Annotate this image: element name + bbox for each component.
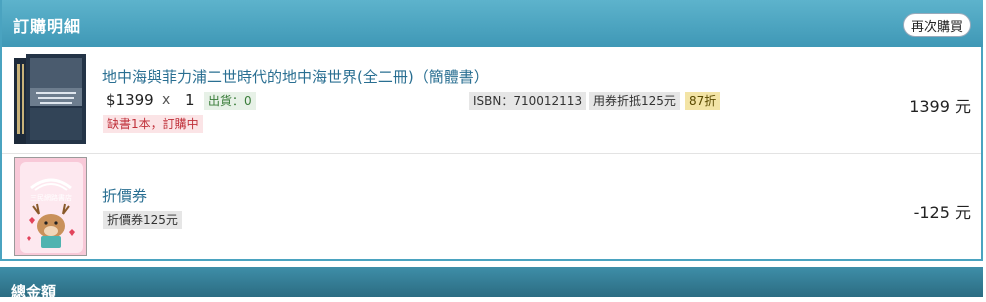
discount-badge: 87折 (685, 92, 721, 110)
item-amount: 1399 元 (909, 97, 971, 116)
deer-illustration-icon: 三民網路書店 (15, 158, 86, 255)
book-title-link[interactable]: 地中海與菲力浦二世時代的地中海世界(全二冊)（簡體書） (102, 66, 489, 87)
order-item-book: 地中海與菲力浦二世時代的地中海世界(全二冊)（簡體書） $1399 x 1 出貨… (2, 47, 981, 154)
unit-price: $1399 (106, 91, 154, 109)
shipped-badge: 出貨：0 (204, 92, 256, 110)
multiply-sign: x (162, 92, 171, 108)
coupon-image-text: 三民網路書店 (30, 193, 72, 202)
coupon-value-badge: 折價券125元 (103, 211, 182, 229)
item-amount: -125 元 (913, 203, 971, 222)
order-details-title: 訂購明細 (13, 17, 82, 36)
coupon-deduction-badge: 用券折抵125元 (589, 92, 680, 110)
coupon-image[interactable]: 三民網路書店 (14, 157, 87, 256)
stock-status-badge: 缺書1本，訂購中 (103, 115, 203, 133)
order-details-panel: 訂購明細 再次購買 地中海與菲力浦二世時代的地中海世界(全二冊)（簡體書） $1… (0, 0, 983, 261)
order-item-coupon: 三民網路書店 折價券 折價券125元 -125 元 (2, 154, 981, 260)
order-details-header: 訂購明細 再次購買 (2, 0, 983, 47)
quantity: 1 (185, 91, 195, 109)
book-cover-image[interactable] (14, 52, 88, 148)
total-amount-header: 總金額 (0, 267, 983, 301)
coupon-title-link[interactable]: 折價券 (102, 185, 147, 206)
isbn-badge: ISBN：710012113 (469, 92, 587, 110)
rebuy-button[interactable]: 再次購買 (903, 13, 971, 37)
